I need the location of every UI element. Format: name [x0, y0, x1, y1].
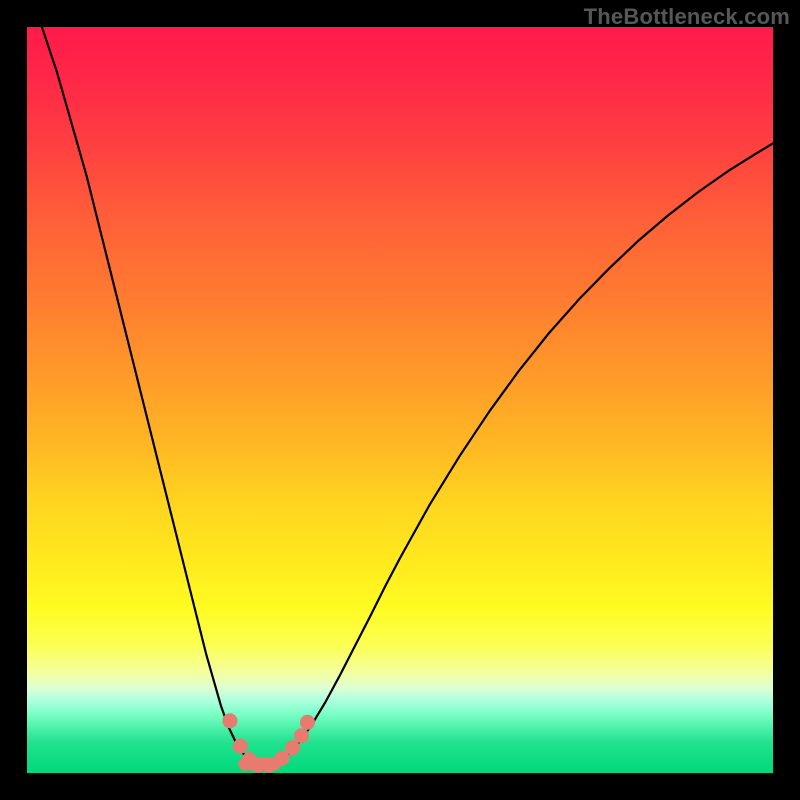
watermark-text: TheBottleneck.com — [584, 4, 790, 30]
chart-frame: TheBottleneck.com — [0, 0, 800, 800]
plot-gradient-background — [27, 27, 773, 773]
